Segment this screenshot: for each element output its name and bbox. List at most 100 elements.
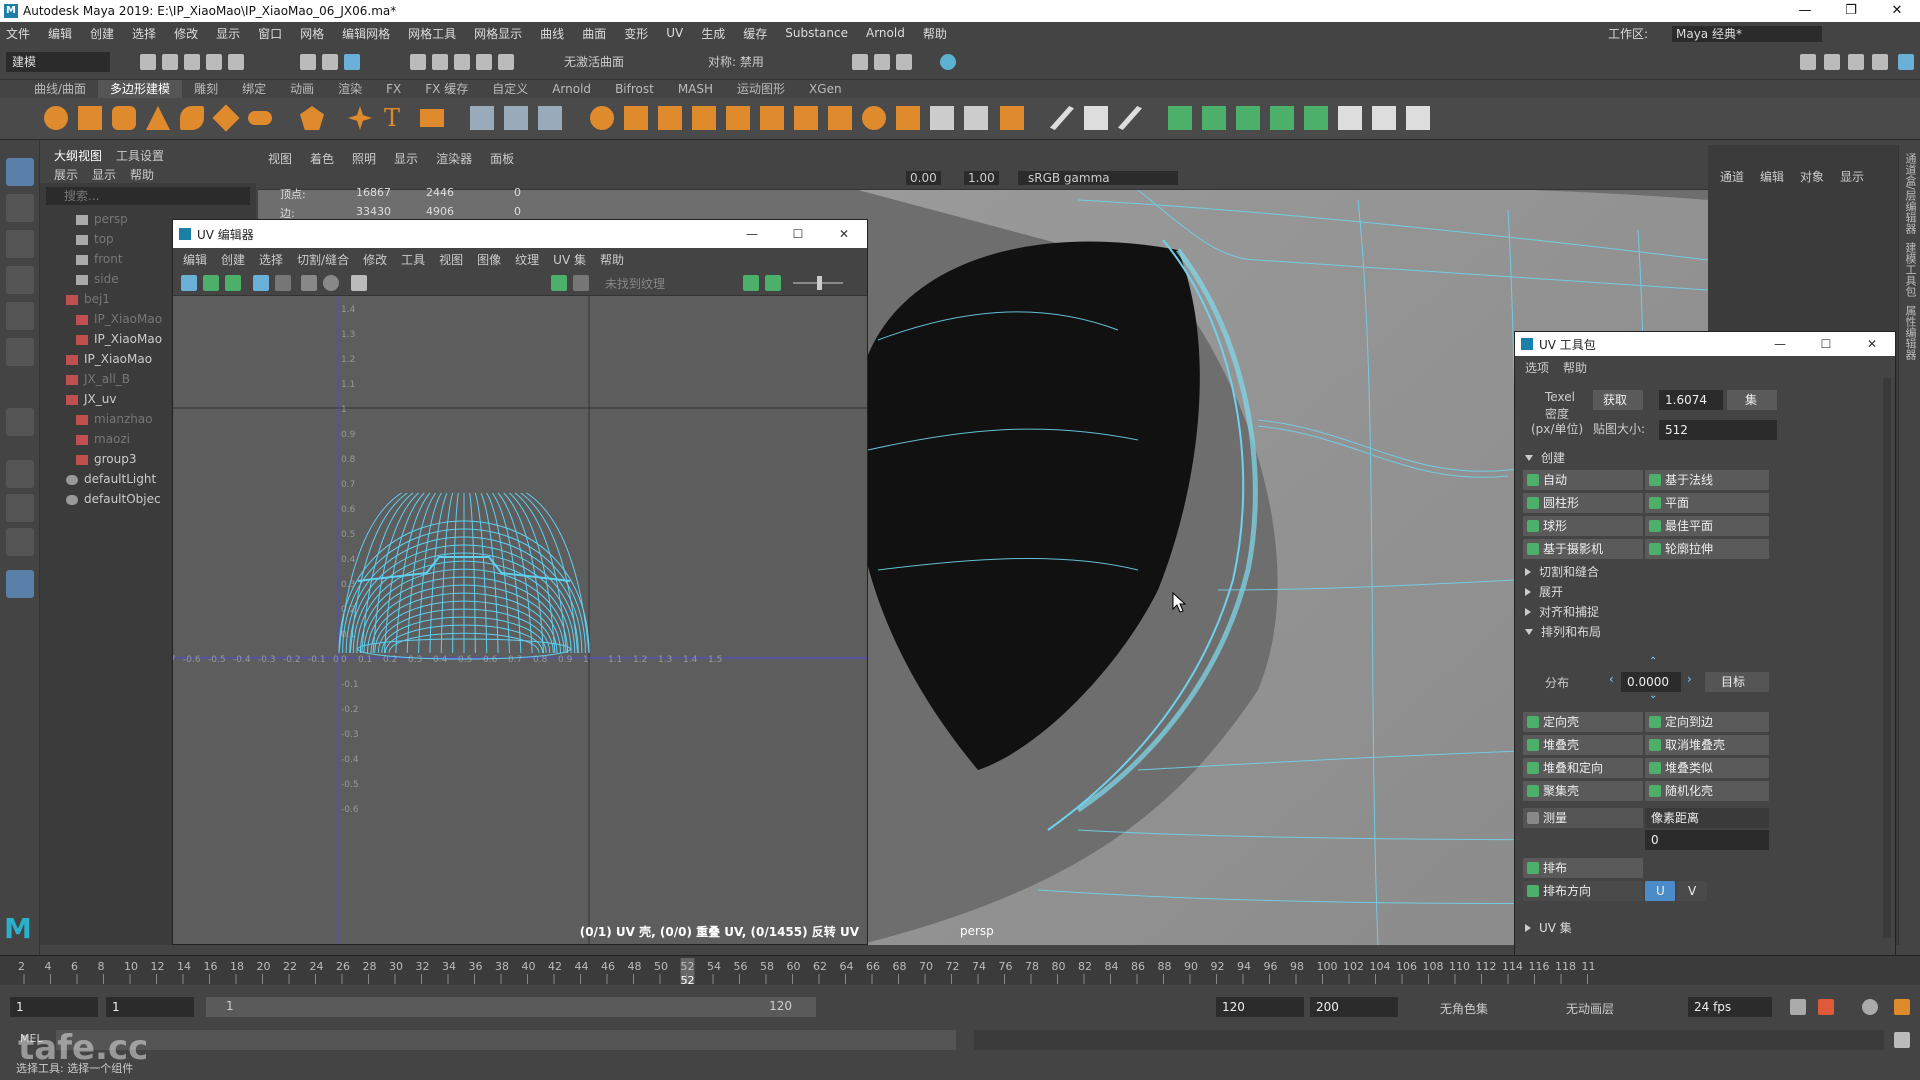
fps-dropdown[interactable]: 24 fps	[1688, 997, 1772, 1017]
snap-curve-icon[interactable]	[432, 54, 448, 70]
shelf-tab-fx[interactable]: FX	[374, 80, 413, 98]
menu-file[interactable]: 文件	[6, 25, 30, 42]
uv-grid-icon[interactable]	[253, 275, 269, 291]
uv-edge-select-icon[interactable]	[225, 275, 241, 291]
measure-button[interactable]: 测量	[1523, 808, 1643, 828]
snap-point-icon[interactable]	[454, 54, 470, 70]
outliner-layout-icon[interactable]	[6, 570, 34, 598]
vp-menu-renderer[interactable]: 渲染器	[436, 150, 472, 167]
stack-shells-button[interactable]: 堆叠壳	[1523, 735, 1643, 755]
uv-refresh-icon[interactable]	[743, 275, 759, 291]
unfold-section-header[interactable]: 展开	[1515, 582, 1563, 602]
wedge-icon[interactable]	[828, 106, 852, 130]
normal-based-uv-button[interactable]: 基于法线	[1645, 470, 1769, 490]
orient-to-edges-button[interactable]: 定向到边	[1645, 712, 1769, 732]
outliner-menu-help[interactable]: 帮助	[130, 166, 154, 183]
menu-mesh-tools[interactable]: 网格工具	[408, 25, 456, 42]
menu-deform[interactable]: 变形	[624, 25, 648, 42]
measure-value-field[interactable]: 0	[1645, 830, 1769, 850]
rotate-tool-icon[interactable]	[6, 302, 34, 330]
minimize-button[interactable]: —	[1782, 0, 1828, 22]
auto-uv-icon[interactable]	[1270, 106, 1294, 130]
loop-icon[interactable]	[1790, 999, 1806, 1015]
undo-icon[interactable]	[206, 54, 222, 70]
menu-cache[interactable]: 缓存	[743, 25, 767, 42]
menu-generate[interactable]: 生成	[701, 25, 725, 42]
close-button[interactable]: ✕	[1874, 0, 1920, 22]
hypershade-icon[interactable]	[940, 54, 956, 70]
poly-cylinder-icon[interactable]	[112, 106, 136, 130]
merge-icon[interactable]	[964, 106, 988, 130]
randomize-shells-button[interactable]: 随机化壳	[1645, 781, 1769, 801]
shelf-tab-motion-graphics[interactable]: 运动图形	[725, 80, 797, 98]
menu-create[interactable]: 创建	[90, 25, 114, 42]
side-tab-attribute-editor[interactable]: 属性编辑器	[1902, 305, 1918, 360]
shelf-tab-bifrost[interactable]: Bifrost	[603, 80, 666, 98]
shelf-tab-mash[interactable]: MASH	[666, 80, 725, 98]
toggle-channel-box-icon[interactable]	[1872, 54, 1888, 70]
uv-menu-image[interactable]: 图像	[477, 251, 501, 268]
poke-icon[interactable]	[896, 106, 920, 130]
snap-surface-icon[interactable]	[476, 54, 492, 70]
single-perspective-layout-icon[interactable]	[6, 460, 34, 488]
live-surface-label[interactable]: 无激活曲面	[564, 53, 624, 70]
gamma-field[interactable]: 1.00	[964, 171, 999, 185]
script-editor-icon[interactable]	[1894, 1032, 1910, 1048]
colorspace-dropdown[interactable]: sRGB gamma	[1018, 171, 1178, 185]
uv-menu-create[interactable]: 创建	[221, 251, 245, 268]
shelf-tab-polygons[interactable]: 多边形建模	[98, 80, 183, 98]
uv-editor-close-button[interactable]: ✕	[821, 220, 867, 248]
toggle-attribute-editor-icon[interactable]	[1824, 54, 1840, 70]
shelf-tab-curves[interactable]: 曲线/曲面	[22, 80, 98, 98]
uv-menu-tools[interactable]: 工具	[401, 251, 425, 268]
uv-shell-select-icon[interactable]	[181, 275, 197, 291]
anim-layer-dropdown[interactable]: 无动画层	[1566, 1000, 1614, 1017]
distribute-up-icon[interactable]: ⌃	[1649, 656, 1657, 667]
shelf-tab-rendering[interactable]: 渲染	[326, 80, 374, 98]
snap-view-icon[interactable]	[498, 54, 514, 70]
uv-grid-canvas[interactable]: 1.4 1.3 1.2 1.1 1 0.9 0.8 0.7 0.6 0.5 0.4 0.3 0.2 0.1…	[173, 296, 867, 944]
uv-snapshot-icon[interactable]	[351, 275, 367, 291]
stack-similar-button[interactable]: 堆叠类似	[1645, 758, 1769, 778]
select-object-icon[interactable]	[322, 54, 338, 70]
measure-dropdown[interactable]: 像素距离	[1645, 808, 1769, 828]
spherical-uv-button[interactable]: 球形	[1523, 516, 1643, 536]
anim-start-field[interactable]: 1	[10, 997, 98, 1017]
anim-prefs-icon[interactable]	[1862, 999, 1878, 1015]
uv-editor-titlebar[interactable]: UV 编辑器 — ☐ ✕	[173, 220, 867, 248]
poly-torus-icon[interactable]	[180, 106, 204, 130]
target-button[interactable]: 目标	[1705, 672, 1769, 692]
maximize-button[interactable]: ❐	[1828, 0, 1874, 22]
select-component-icon[interactable]	[344, 54, 360, 70]
uv-menu-select[interactable]: 选择	[259, 251, 283, 268]
menu-window[interactable]: 窗口	[258, 25, 282, 42]
show-manipulator-icon[interactable]	[6, 408, 34, 436]
exposure-field[interactable]: 0.00	[906, 171, 941, 185]
render-settings-icon[interactable]	[896, 54, 912, 70]
menu-substance[interactable]: Substance	[785, 26, 848, 40]
menu-mesh[interactable]: 网格	[300, 25, 324, 42]
uvtk-menu-help[interactable]: 帮助	[1563, 359, 1587, 376]
map-size-field[interactable]: 512	[1659, 420, 1777, 440]
cut-uv-icon[interactable]	[1304, 106, 1328, 130]
camera-based-uv-button[interactable]: 基于摄影机	[1523, 539, 1643, 559]
mode-dropdown[interactable]: 建模	[6, 52, 110, 72]
uv-toolkit-maximize-button[interactable]: ☐	[1803, 332, 1849, 356]
menu-modify[interactable]: 修改	[174, 25, 198, 42]
tab-tool-settings[interactable]: 工具设置	[116, 147, 164, 164]
menu-help[interactable]: 帮助	[923, 25, 947, 42]
collapse-icon[interactable]	[930, 106, 954, 130]
shelf-tab-arnold[interactable]: Arnold	[540, 80, 603, 98]
uv-shading-icon[interactable]	[323, 275, 339, 291]
uv-menu-cut-sew[interactable]: 切割/缝合	[297, 251, 349, 268]
shelf-tab-custom[interactable]: 自定义	[480, 80, 540, 98]
vp-menu-panels[interactable]: 面板	[490, 150, 514, 167]
uv-toolkit-close-button[interactable]: ✕	[1849, 332, 1895, 356]
combine-icon[interactable]	[470, 106, 494, 130]
cut-sew-section-header[interactable]: 切割和缝合	[1515, 562, 1599, 582]
open-scene-icon[interactable]	[162, 54, 178, 70]
separate-icon[interactable]	[504, 106, 528, 130]
menu-select[interactable]: 选择	[132, 25, 156, 42]
texel-get-button[interactable]: 获取	[1593, 390, 1643, 410]
select-hierarchy-icon[interactable]	[300, 54, 316, 70]
